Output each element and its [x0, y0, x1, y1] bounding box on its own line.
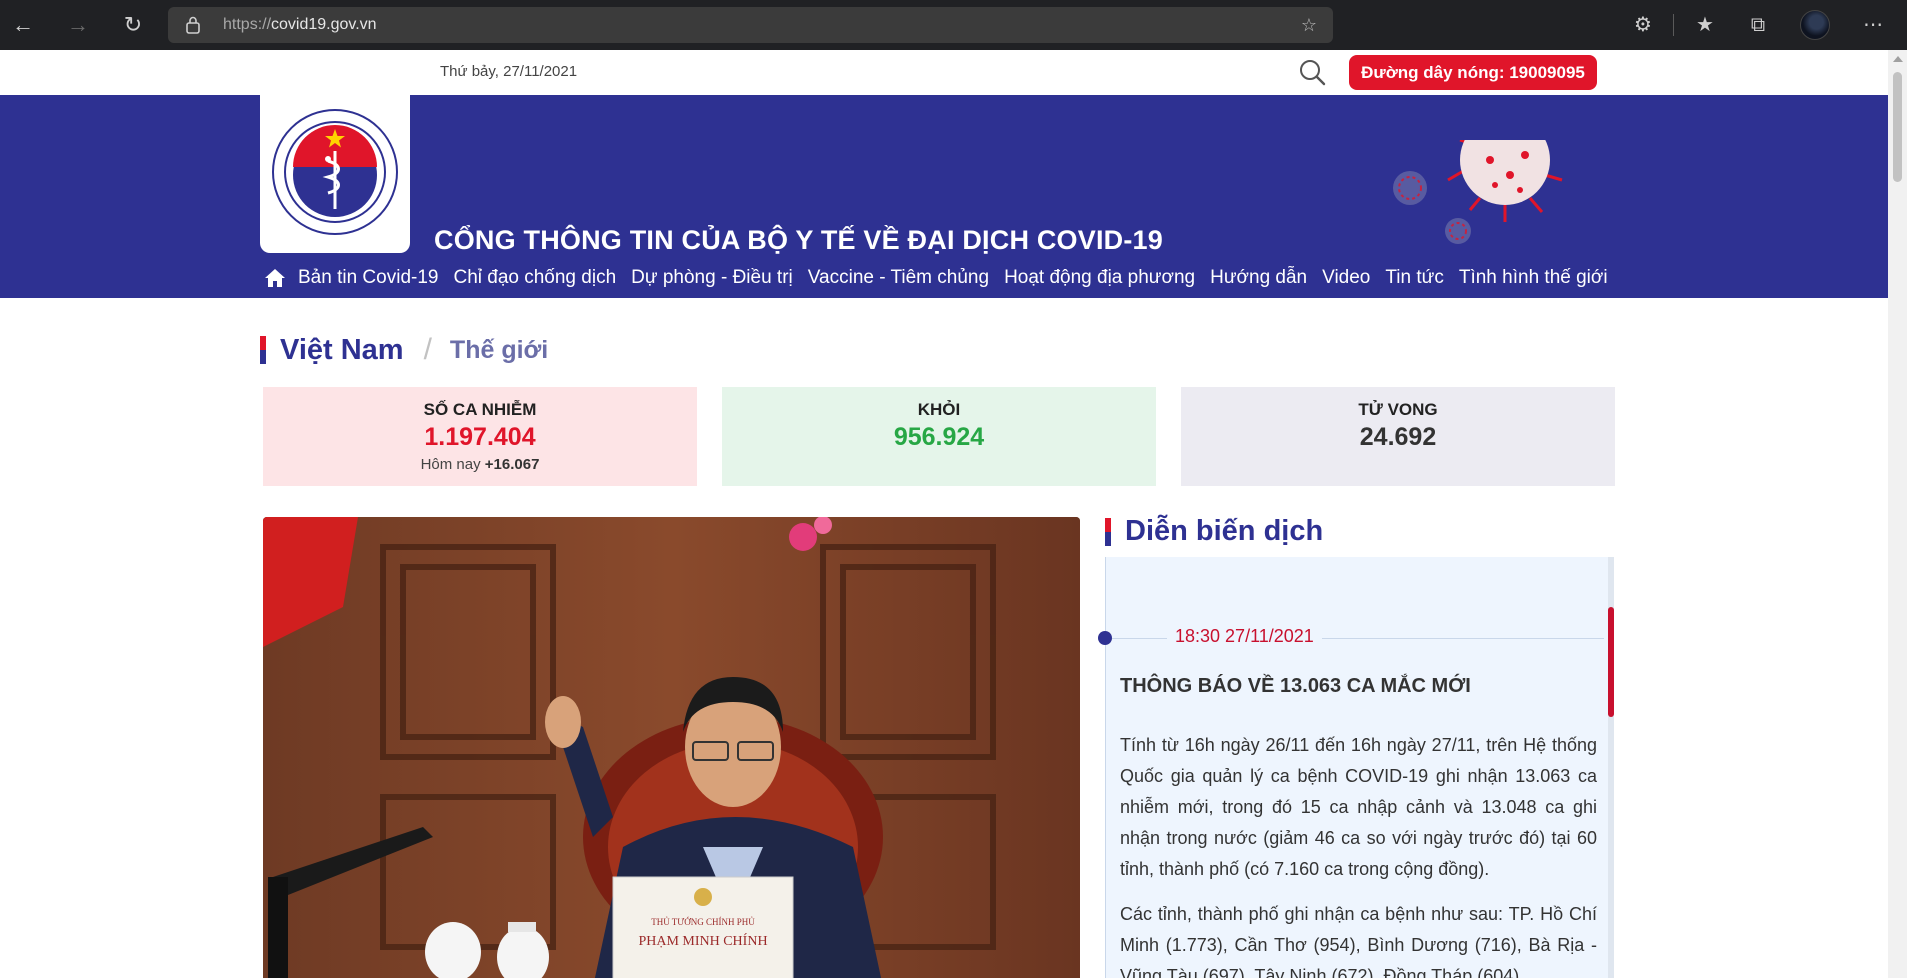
featured-news-photo[interactable]: THỦ TƯỚNG CHÍNH PHỦ PHẠM MINH CHÍNH [263, 517, 1080, 978]
placard-name: PHẠM MINH CHÍNH [638, 932, 767, 949]
scroll-up-icon[interactable] [1893, 56, 1903, 62]
recovered-stat-card: KHỎI 956.924 [722, 387, 1156, 486]
timeline-title[interactable]: Diễn biến dịch [1125, 515, 1323, 548]
browser-toolbar: ← → ↻ https://covid19.gov.vn ☆ ⚙ ★ ⧉ ⋯ [0, 0, 1907, 50]
hotline-button[interactable]: Đường dây nóng: 19009095 [1349, 55, 1597, 90]
back-icon[interactable]: ← [10, 12, 36, 38]
toolbar-divider [1673, 14, 1674, 36]
main-navigation: Bản tin Covid-19 Chỉ đạo chống dịch Dự p… [260, 258, 1623, 302]
page-scroll-thumb[interactable] [1893, 72, 1902, 182]
timeline-paragraph: Tính từ 16h ngày 26/11 đến 16h ngày 27/1… [1120, 735, 1597, 879]
timeline-line [1105, 557, 1106, 978]
recovered-label: KHỎI [917, 400, 961, 419]
nav-item-tin-tuc[interactable]: Tin tức [1385, 267, 1443, 289]
deaths-stat-card: TỬ VONG 24.692 [1181, 387, 1615, 486]
extensions-icon[interactable]: ⚙ [1630, 12, 1656, 38]
infected-label: SỐ CA NHIỄM [423, 400, 537, 419]
refresh-icon[interactable]: ↻ [120, 12, 146, 38]
ministry-emblem-icon [272, 109, 398, 235]
timeline-dot [1098, 631, 1112, 645]
nav-item-du-phong[interactable]: Dự phòng - Điều trị [631, 267, 793, 289]
url-text: https://covid19.gov.vn [223, 16, 377, 33]
nav-item-hoat-dong[interactable]: Hoạt động địa phương [1004, 267, 1195, 289]
timeline-timestamp: 18:30 27/11/2021 [1167, 626, 1322, 647]
infected-today: Hôm nay +16.067 [420, 456, 540, 473]
nav-item-the-gioi[interactable]: Tình hình thế giới [1459, 267, 1608, 289]
timeline-headline[interactable]: THÔNG BÁO VỀ 13.063 CA MẮC MỚI [1120, 675, 1471, 698]
search-icon[interactable] [1298, 58, 1326, 86]
timeline-paragraph: Các tỉnh, thành phố ghi nhận ca bệnh như… [1120, 904, 1597, 978]
tab-the-gioi[interactable]: Thế giới [450, 336, 548, 365]
timeline-scrollbar[interactable] [1608, 557, 1614, 978]
ministry-logo[interactable] [260, 95, 410, 253]
nav-item-huong-dan[interactable]: Hướng dẫn [1210, 267, 1307, 289]
nav-item-chi-dao[interactable]: Chỉ đạo chống dịch [453, 267, 616, 289]
address-bar[interactable]: https://covid19.gov.vn ☆ [168, 7, 1333, 43]
section-marker [1105, 517, 1111, 546]
virus-illustration [1393, 140, 1563, 244]
site-title[interactable]: CỔNG THÔNG TIN CỦA BỘ Y TẾ VỀ ĐẠI DỊCH C… [434, 225, 1163, 256]
infected-stat-card: SỐ CA NHIỄM 1.197.404 Hôm nay +16.067 [263, 387, 697, 486]
forward-icon[interactable]: → [65, 12, 91, 38]
recovered-value: 956.924 [893, 423, 985, 451]
more-options-icon[interactable]: ⋯ [1860, 12, 1886, 38]
webpage: Thứ bảy, 27/11/2021 Đường dây nóng: 1900… [0, 50, 1888, 978]
placard-title: THỦ TƯỚNG CHÍNH PHỦ [651, 917, 755, 927]
deaths-label: TỬ VONG [1358, 400, 1438, 419]
home-icon[interactable] [260, 260, 290, 302]
nav-item-vaccine[interactable]: Vaccine - Tiêm chủng [808, 267, 989, 289]
section-marker [260, 336, 266, 364]
timeline-header: Diễn biến dịch [1105, 515, 1323, 548]
timeline-body: Tính từ 16h ngày 26/11 đến 16h ngày 27/1… [1120, 730, 1597, 978]
lock-icon [186, 16, 200, 34]
collections-icon[interactable]: ⧉ [1745, 12, 1771, 38]
infected-value: 1.197.404 [424, 423, 536, 451]
nav-item-ban-tin[interactable]: Bản tin Covid-19 [298, 267, 438, 289]
profile-avatar[interactable] [1800, 10, 1830, 40]
timeline-scroll-thumb[interactable] [1608, 607, 1614, 717]
tab-viet-nam[interactable]: Việt Nam [280, 334, 404, 367]
page-scrollbar[interactable] [1888, 50, 1907, 978]
favorites-icon[interactable]: ★ [1692, 12, 1718, 38]
deaths-value: 24.692 [1359, 423, 1437, 451]
add-favorite-icon[interactable]: ☆ [1301, 15, 1317, 36]
stats-tabs: Việt Nam / Thế giới [260, 330, 548, 370]
nav-item-video[interactable]: Video [1322, 267, 1370, 289]
tab-separator: / [423, 333, 432, 366]
top-bar: Thứ bảy, 27/11/2021 Đường dây nóng: 1900… [0, 50, 1888, 95]
current-date: Thứ bảy, 27/11/2021 [440, 63, 578, 80]
